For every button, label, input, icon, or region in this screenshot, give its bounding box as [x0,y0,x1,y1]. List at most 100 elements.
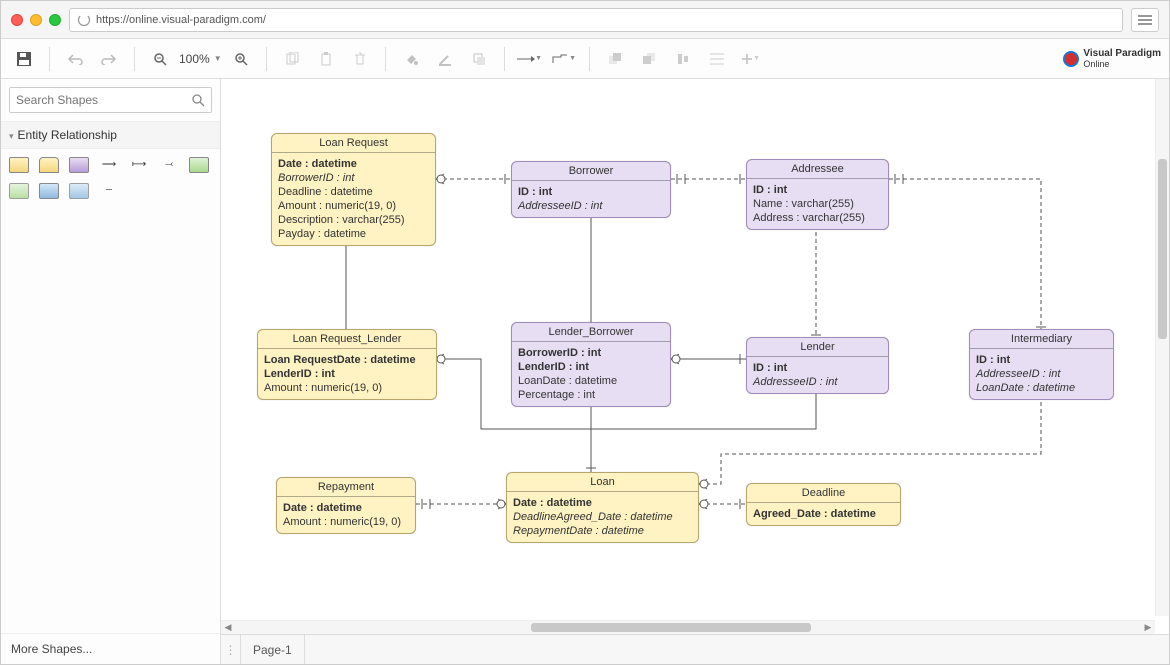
entity-attribute: Date : datetime [513,496,692,510]
entity-attribute: Agreed_Date : datetime [753,507,894,521]
entity-attribute: LenderID : int [264,367,430,381]
shape-entity-yellow-2[interactable] [39,157,59,173]
search-shapes-input[interactable] [9,87,212,113]
fill-color-button[interactable] [396,45,426,73]
main-area: Entity Relationship ⟶ ⟼ ⤙ ┄ More Shapes.… [1,79,1169,664]
entity-title: Intermediary [970,330,1113,349]
more-shapes-button[interactable]: More Shapes... [1,633,220,664]
entity-attribute: Percentage : int [518,388,664,402]
waypoint-style-button[interactable]: ▼ [549,45,579,73]
entity-attribute: ID : int [976,353,1107,367]
connector-style-button[interactable]: ▼ [515,45,545,73]
minimize-window-icon[interactable] [30,14,42,26]
logo-icon [1063,51,1079,67]
entity-deadline[interactable]: Deadline Agreed_Date : datetime [746,483,901,526]
distribute-button[interactable] [702,45,732,73]
diagram-canvas[interactable]: Loan RequestDate : datetime BorrowerID : … [221,79,1169,634]
entity-body: Loan RequestDate : datetimeLenderID : in… [258,349,436,399]
entity-attribute: Amount : numeric(19, 0) [264,381,430,395]
entity-title: Lender_Borrower [512,323,670,342]
shape-connector-1[interactable]: ⟶ [99,157,119,171]
entity-attribute: LoanDate : datetime [518,374,664,388]
entity-body: Agreed_Date : datetime [747,503,900,525]
entity-attribute: Date : datetime [278,157,429,171]
entity-attribute: DeadlineAgreed_Date : datetime [513,510,692,524]
shape-entity-blue-2[interactable] [69,183,89,199]
entity-loan-request-lender[interactable]: Loan Request_LenderLoan RequestDate : da… [257,329,437,400]
close-window-icon[interactable] [11,14,23,26]
horizontal-scrollbar[interactable]: ◀▶ [221,620,1155,634]
add-button[interactable]: ▼ [736,45,766,73]
zoom-label: 100% [179,52,210,66]
entity-intermediary[interactable]: Intermediary ID : intAddresseeID : intLoa… [969,329,1114,400]
entity-title: Lender [747,338,888,357]
logo-line1: Visual Paradigm [1083,48,1161,59]
entity-attribute: Address : varchar(255) [753,211,882,225]
zoom-level[interactable]: 100% ▼ [179,52,222,66]
entity-attribute: Date : datetime [283,501,409,515]
canvas-wrap: Loan RequestDate : datetime BorrowerID : … [221,79,1169,664]
entity-title: Deadline [747,484,900,503]
url-input[interactable]: https://online.visual-paradigm.com/ [69,8,1123,32]
maximize-window-icon[interactable] [49,14,61,26]
shape-entity-purple[interactable] [69,157,89,173]
product-logo: Visual ParadigmOnline [1063,48,1161,70]
to-back-button[interactable] [634,45,664,73]
entity-attribute: ID : int [518,185,664,199]
shape-entity-blue[interactable] [39,183,59,199]
entity-attribute: LoanDate : datetime [976,381,1107,395]
entity-attribute: Loan RequestDate : datetime [264,353,430,367]
shape-connector-3[interactable]: ⤙ [159,157,179,171]
shape-entity-green-2[interactable] [9,183,29,199]
tab-page-1[interactable]: Page-1 [241,635,305,664]
shadow-button[interactable] [464,45,494,73]
entity-lender-borrower[interactable]: Lender_BorrowerBorrowerID : intLenderID … [511,322,671,407]
entity-attribute: Amount : numeric(19, 0) [283,515,409,529]
entity-attribute: AddresseeID : int [976,367,1107,381]
entity-attribute: Name : varchar(255) [753,197,882,211]
shape-entity-green[interactable] [189,157,209,173]
entity-attribute: Deadline : datetime [278,185,429,199]
entity-attribute: AddresseeID : int [753,375,882,389]
entity-attribute: Description : varchar(255) [278,213,429,227]
shape-connector-dashed[interactable]: ┄ [99,183,119,197]
save-button[interactable] [9,45,39,73]
app-window: https://online.visual-paradigm.com/ 100%… [0,0,1170,665]
url-text: https://online.visual-paradigm.com/ [96,14,266,26]
vertical-scrollbar[interactable] [1155,79,1169,616]
entity-lender[interactable]: LenderID : intAddresseeID : int [746,337,889,394]
entity-loan[interactable]: LoanDate : datetimeDeadlineAgreed_Date :… [506,472,699,543]
entity-body: ID : intAddresseeID : int [512,181,670,217]
entity-attribute: Payday : datetime [278,227,429,241]
delete-button[interactable] [345,45,375,73]
stroke-color-button[interactable] [430,45,460,73]
reload-icon[interactable] [78,14,90,26]
entity-body: ID : intAddresseeID : int [747,357,888,393]
entity-attribute: AddresseeID : int [518,199,664,213]
shape-entity-yellow[interactable] [9,157,29,173]
entity-repayment[interactable]: RepaymentDate : datetimeAmount : numeric… [276,477,416,534]
entity-attribute: BorrowerID : int [518,346,664,360]
align-button[interactable] [668,45,698,73]
to-front-button[interactable] [600,45,630,73]
address-bar: https://online.visual-paradigm.com/ [1,1,1169,39]
entity-title: Addressee [747,160,888,179]
zoom-out-button[interactable] [145,45,175,73]
entity-addressee[interactable]: AddresseeID : intName : varchar(255)Addr… [746,159,889,230]
paste-button[interactable] [311,45,341,73]
copy-button[interactable] [277,45,307,73]
undo-button[interactable] [60,45,90,73]
toolbar: 100% ▼ ▼ ▼ ▼ Visual ParadigmOnline [1,39,1169,79]
zoom-in-button[interactable] [226,45,256,73]
logo-line2: Online [1083,59,1109,69]
shape-connector-2[interactable]: ⟼ [129,157,149,171]
search-input-field[interactable] [16,93,192,107]
redo-button[interactable] [94,45,124,73]
entity-borrower[interactable]: BorrowerID : intAddresseeID : int [511,161,671,218]
entity-body: BorrowerID : intLenderID : intLoanDate :… [512,342,670,406]
menu-button[interactable] [1131,8,1159,32]
entity-attribute: RepaymentDate : datetime [513,524,692,538]
entity-loan-request[interactable]: Loan RequestDate : datetimeBorrowerID : … [271,133,436,246]
tab-drag-handle[interactable]: ⋮ [221,635,241,664]
category-entity-relationship[interactable]: Entity Relationship [1,122,220,149]
